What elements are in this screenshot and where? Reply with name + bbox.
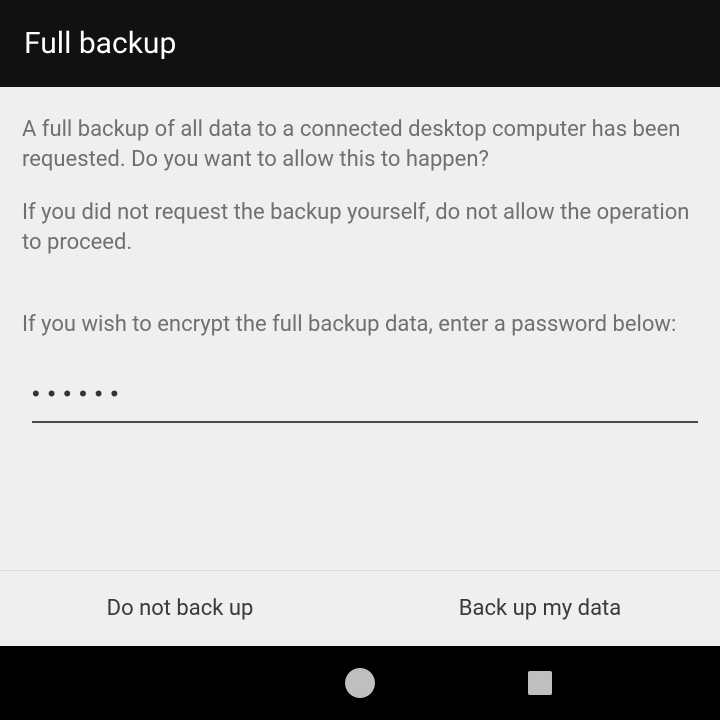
home-circle-icon — [345, 668, 375, 698]
backup-request-message: A full backup of all data to a connected… — [22, 115, 698, 174]
action-button-bar: Do not back up Back up my data — [0, 570, 720, 646]
recent-square-icon — [528, 671, 552, 695]
back-button[interactable] — [164, 667, 196, 699]
deny-backup-button[interactable]: Do not back up — [0, 571, 360, 646]
recent-apps-button[interactable] — [524, 667, 556, 699]
page-title: Full backup — [24, 26, 176, 61]
allow-backup-button[interactable]: Back up my data — [360, 571, 720, 646]
backup-warning-message: If you did not request the backup yourse… — [22, 198, 698, 257]
home-button[interactable] — [344, 667, 376, 699]
encrypt-prompt-text: If you wish to encrypt the full backup d… — [22, 310, 698, 340]
app-bar: Full backup — [0, 0, 720, 87]
back-triangle-icon — [166, 669, 194, 697]
navigation-bar — [0, 646, 720, 720]
password-input[interactable] — [32, 369, 698, 423]
main-content: A full backup of all data to a connected… — [0, 87, 720, 423]
